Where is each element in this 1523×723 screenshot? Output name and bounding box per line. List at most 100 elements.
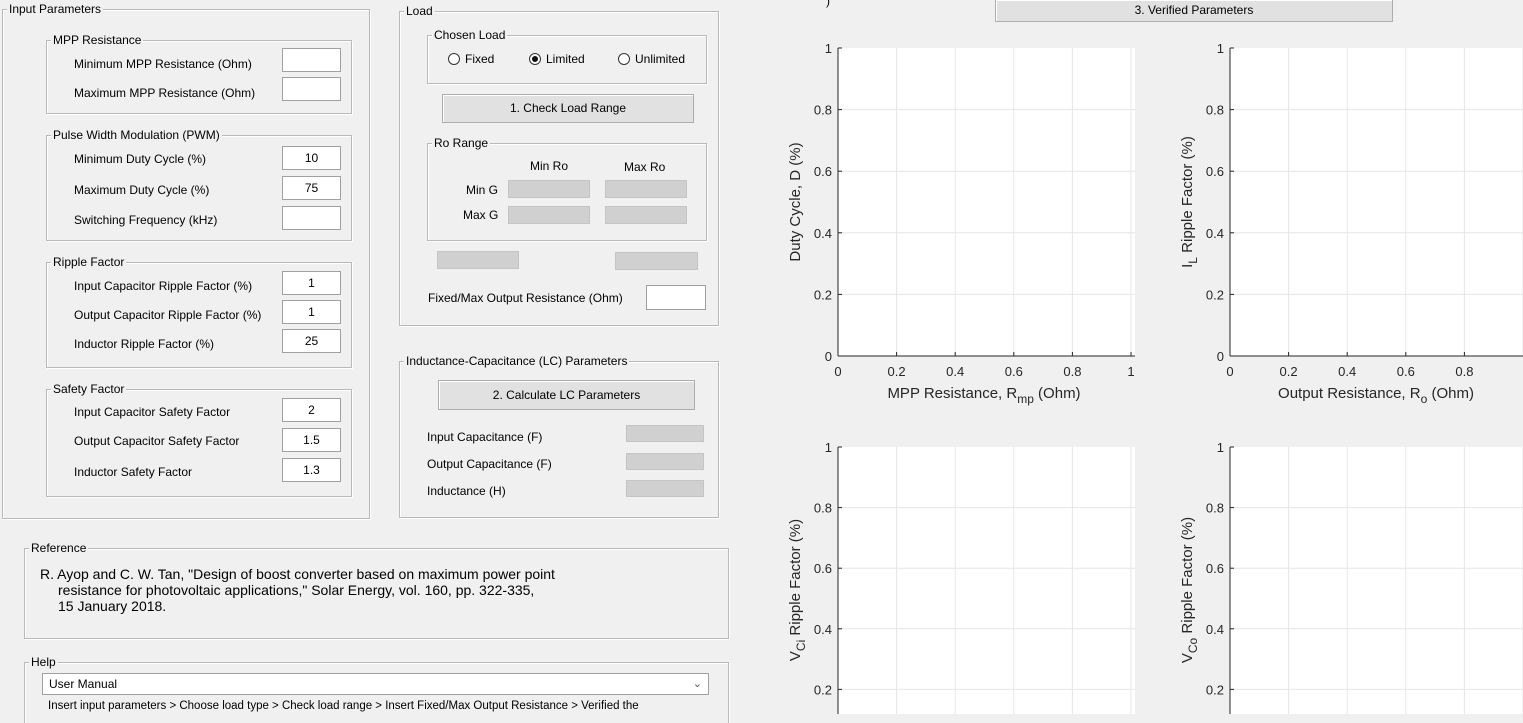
lc-parameters-title: Inductance-Capacitance (LC) Parameters bbox=[404, 354, 630, 368]
chart-0-xtick-label-3: 0.6 bbox=[1005, 364, 1023, 379]
input-parameters-title: Input Parameters bbox=[7, 2, 104, 16]
chart-1-ytick-label-4: 0.8 bbox=[1206, 103, 1224, 118]
min-g-min-ro-output bbox=[508, 180, 590, 198]
inductor-ripple-input[interactable]: 25 bbox=[282, 329, 341, 353]
radio-unlimited[interactable]: Unlimited bbox=[618, 52, 685, 66]
chart-3-ytick-label-4: 1 bbox=[1217, 440, 1224, 455]
reference-title: Reference bbox=[29, 541, 89, 555]
plots-area: 0 0.2 0.4 0.6 0.8 1 0 0.2 0.4 0.6 0.8 1 MPP Resistan… bbox=[787, 41, 1523, 714]
chart-3-ylabel: VCo Ripple Factor (%) bbox=[1179, 517, 1200, 663]
chosen-load-title: Chosen Load bbox=[432, 28, 508, 42]
col-min-ro-label: Min Ro bbox=[530, 159, 569, 173]
switching-freq-input[interactable] bbox=[282, 206, 341, 230]
chart-2-ytick-label-1: 0.4 bbox=[814, 622, 832, 637]
chart-0-ytick-label-3: 0.6 bbox=[814, 164, 832, 179]
output-cap-ripple-label: Output Capacitor Ripple Factor (%) bbox=[74, 308, 262, 322]
load-title: Load bbox=[404, 4, 435, 18]
row-max-g-label: Max G bbox=[463, 208, 499, 222]
max-duty-input[interactable]: 75 bbox=[282, 176, 341, 200]
chart-0-ytick-label-5: 1 bbox=[825, 41, 832, 56]
min-duty-input[interactable]: 10 bbox=[282, 146, 341, 170]
chart-2-ytick-label-0: 0.2 bbox=[814, 682, 832, 697]
help-title: Help bbox=[29, 655, 58, 669]
chart-2-ytick-label-3: 0.8 bbox=[814, 501, 832, 516]
chart-0-ytick-label-1: 0.2 bbox=[814, 287, 832, 302]
input-cap-safety-label: Input Capacitor Safety Factor bbox=[74, 405, 231, 419]
chart-0-xtick-label-1: 0.2 bbox=[888, 364, 906, 379]
inductor-ripple-label: Inductor Ripple Factor (%) bbox=[74, 337, 215, 351]
chart-0-xlabel: MPP Resistance, Rmp (Ohm) bbox=[887, 385, 1080, 406]
output-capacitance-output bbox=[626, 453, 704, 470]
chart-1-ytick-label-1: 0.2 bbox=[1206, 287, 1224, 302]
input-cap-ripple-label: Input Capacitor Ripple Factor (%) bbox=[74, 279, 253, 293]
max-g-min-ro-output bbox=[508, 206, 590, 224]
chart-0-ytick-label-2: 0.4 bbox=[814, 226, 832, 241]
chart-0-xtick-label-2: 0.4 bbox=[946, 364, 964, 379]
chart-0-ytick-label-4: 0.8 bbox=[814, 103, 832, 118]
max-g-max-ro-output bbox=[605, 206, 687, 224]
chart-2-axes-bg bbox=[838, 447, 1135, 714]
radio-fixed[interactable]: Fixed bbox=[448, 52, 494, 66]
help-dropdown-value: User Manual bbox=[49, 677, 118, 691]
chart-1-ytick-label-0: 0 bbox=[1217, 349, 1224, 364]
chart-1-xtick-label-0: 0 bbox=[1226, 364, 1233, 379]
chart-0-ylabel: Duty Cycle, D (%) bbox=[787, 142, 804, 261]
max-mpp-label: Maximum MPP Resistance (Ohm) bbox=[74, 86, 256, 100]
chart-1-xtick-label-4: 0.8 bbox=[1455, 364, 1473, 379]
chart-1-xlabel: Output Resistance, Ro (Ohm) bbox=[1278, 385, 1474, 406]
chart-0-xtick-label-4: 0.8 bbox=[1063, 364, 1081, 379]
min-mpp-label: Minimum MPP Resistance (Ohm) bbox=[74, 57, 252, 71]
inductor-safety-label: Inductor Safety Factor bbox=[74, 465, 193, 479]
chart-0-xtick-label-0: 0 bbox=[834, 364, 841, 379]
min-mpp-input[interactable] bbox=[282, 48, 341, 72]
input-cap-safety-input[interactable]: 2 bbox=[282, 398, 341, 422]
chart-2-ytick-label-2: 0.6 bbox=[814, 561, 832, 576]
reference-line-3: 15 January 2018. bbox=[58, 598, 167, 614]
chart-1-ytick-label-5: 1 bbox=[1217, 41, 1224, 56]
chart-3-ytick-label-2: 0.6 bbox=[1206, 561, 1224, 576]
chart-1-xtick-label-2: 0.4 bbox=[1338, 364, 1356, 379]
output-cap-safety-label: Output Capacitor Safety Factor bbox=[74, 434, 240, 448]
reference-text: R. Ayop and C. W. Tan, "Design of boost … bbox=[40, 566, 555, 614]
calculate-lc-button[interactable]: 2. Calculate LC Parameters bbox=[438, 380, 695, 410]
ripple-factor-title: Ripple Factor bbox=[51, 255, 127, 269]
output-capacitance-label: Output Capacitance (F) bbox=[427, 457, 552, 471]
help-text: Insert input parameters > Choose load ty… bbox=[48, 700, 639, 712]
row-min-g-label: Min G bbox=[466, 183, 499, 197]
chart-1-ylabel: IL Ripple Factor (%) bbox=[1179, 136, 1200, 268]
radio-limited[interactable]: Limited bbox=[529, 52, 585, 66]
switching-freq-label: Switching Frequency (kHz) bbox=[74, 213, 218, 227]
safety-factor-title: Safety Factor bbox=[51, 382, 127, 396]
chart-3-axes-bg bbox=[1230, 447, 1523, 714]
chart-3-ytick-label-0: 0.2 bbox=[1206, 682, 1224, 697]
pwm-title: Pulse Width Modulation (PWM) bbox=[51, 128, 222, 142]
chart-1-ytick-label-3: 0.6 bbox=[1206, 164, 1224, 179]
inductance-output bbox=[626, 480, 704, 497]
chart-3-ytick-label-3: 0.8 bbox=[1206, 501, 1224, 516]
max-duty-label: Maximum Duty Cycle (%) bbox=[74, 183, 210, 197]
input-cap-ripple-input[interactable]: 1 bbox=[282, 271, 341, 295]
inductor-safety-input[interactable]: 1.3 bbox=[282, 458, 341, 482]
radio-limited-label: Limited bbox=[546, 52, 585, 66]
chart-3-ytick-label-1: 0.4 bbox=[1206, 622, 1224, 637]
mpp-resistance-title: MPP Resistance bbox=[51, 33, 144, 47]
output-cap-safety-input[interactable]: 1.5 bbox=[282, 428, 341, 452]
load-status-right-output bbox=[615, 252, 698, 270]
radio-fixed-label: Fixed bbox=[465, 52, 495, 66]
min-g-max-ro-output bbox=[605, 180, 687, 198]
radio-fixed-circle bbox=[448, 53, 460, 65]
max-mpp-input[interactable] bbox=[282, 77, 341, 101]
fixed-max-output-resistance-label: Fixed/Max Output Resistance (Ohm) bbox=[428, 291, 623, 305]
ro-range-title: Ro Range bbox=[432, 136, 491, 150]
chart-1-axes-bg bbox=[1230, 48, 1523, 356]
radio-unlimited-circle bbox=[618, 53, 630, 65]
output-cap-ripple-input[interactable]: 1 bbox=[282, 300, 341, 324]
chart-1-xtick-label-1: 0.2 bbox=[1280, 364, 1298, 379]
chart-2-ylabel: VCi Ripple Factor (%) bbox=[787, 519, 808, 661]
help-dropdown[interactable]: User Manual ⌄ bbox=[42, 673, 709, 695]
chart-0-axes-bg bbox=[838, 48, 1135, 356]
check-load-range-button[interactable]: 1. Check Load Range bbox=[442, 94, 694, 123]
chart-1-ytick-label-2: 0.4 bbox=[1206, 226, 1224, 241]
radio-limited-circle bbox=[529, 53, 541, 65]
fixed-max-output-resistance-input[interactable] bbox=[646, 285, 706, 310]
